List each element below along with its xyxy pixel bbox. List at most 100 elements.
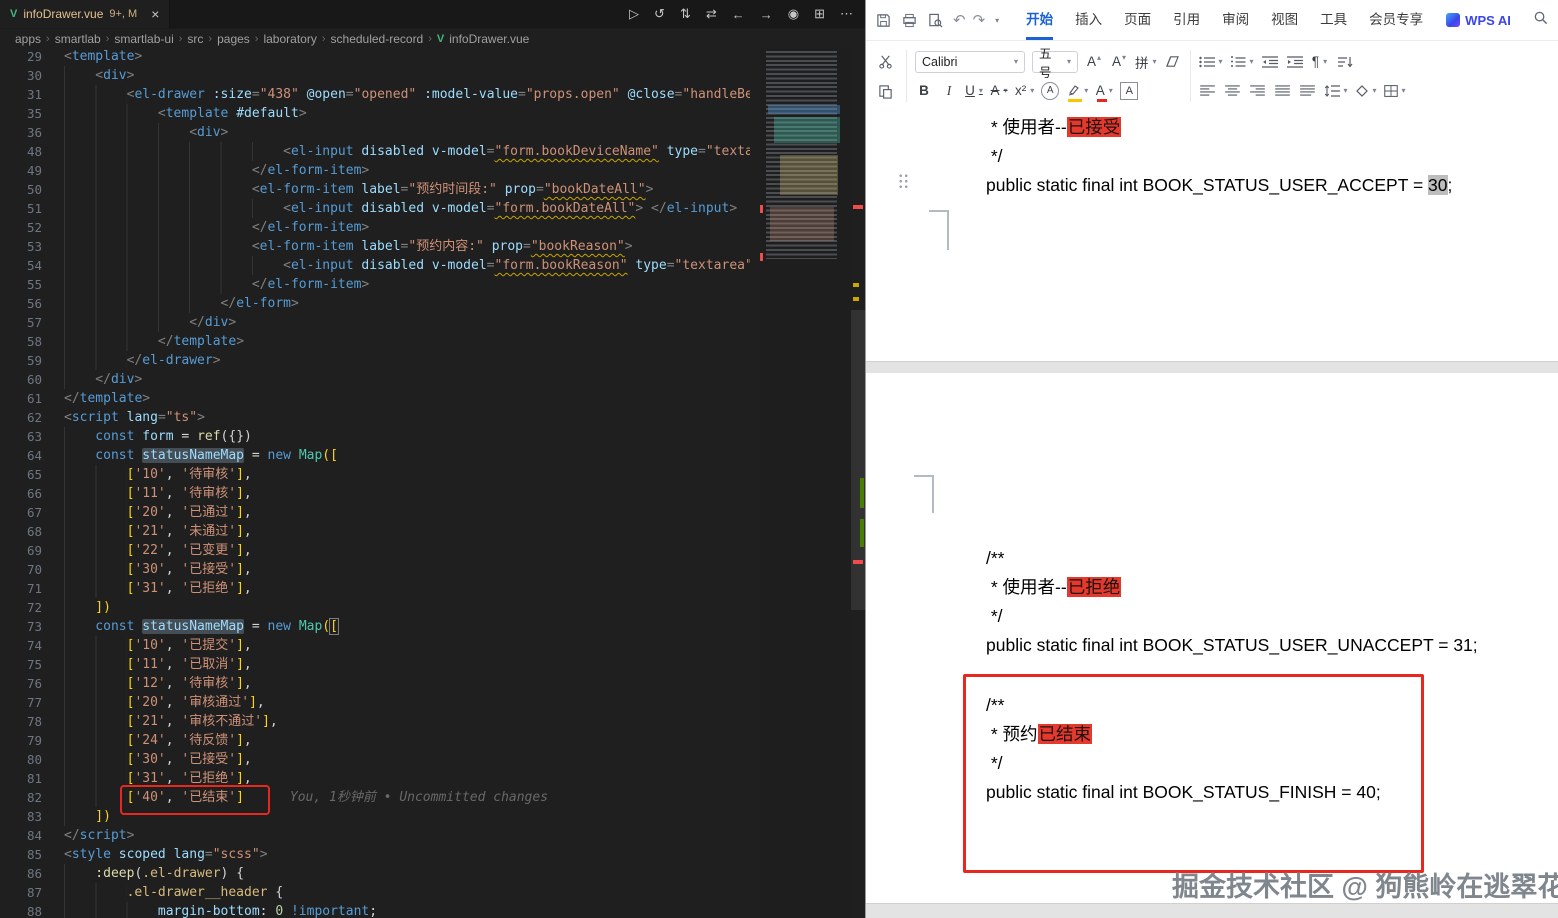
code-line[interactable]: ['31', '已拒绝'], [64,579,750,598]
distribute-button[interactable] [1299,80,1317,102]
search-icon[interactable] [1533,10,1548,30]
redo-dropdown-icon[interactable]: ▾ [995,16,999,25]
menu-tab-tools[interactable]: 工具 [1309,0,1358,40]
menu-tab-home[interactable]: 开始 [1015,0,1064,40]
doc-line[interactable]: * 使用者--已接受 [986,113,1452,142]
doc-line[interactable]: public static final int BOOK_STATUS_FINI… [986,778,1381,807]
split-editor-button[interactable]: ⊞ [814,6,825,22]
shading-button[interactable]: ▾ [1355,80,1377,102]
breadcrumb-item[interactable]: smartlab [55,32,101,46]
code-line[interactable]: ['21', '审核不通过'], [64,712,750,731]
cut-button[interactable] [876,50,894,72]
menu-tab-view[interactable]: 视图 [1260,0,1309,40]
code-line[interactable]: const form = ref({}) [64,427,750,446]
code-line[interactable]: </template> [64,332,750,351]
breadcrumb-item[interactable]: smartlab-ui [114,32,173,46]
code-line[interactable]: ['22', '已变更'], [64,541,750,560]
menu-tab-review[interactable]: 审阅 [1211,0,1260,40]
code-line[interactable]: <el-input disabled v-model="form.bookDev… [64,142,750,161]
sort-button[interactable] [1336,51,1354,73]
code-line[interactable]: ['30', '已接受'], [64,560,750,579]
print-icon[interactable] [902,13,917,28]
code-line[interactable]: <el-form-item label="预约内容:" prop="bookRe… [64,237,750,256]
redo-icon[interactable]: ↷ [973,11,986,29]
borders-button[interactable]: ▾ [1384,80,1406,102]
code-line[interactable]: </el-form-item> [64,161,750,180]
menu-tab-page[interactable]: 页面 [1113,0,1162,40]
code-line[interactable]: </script> [64,826,750,845]
code-line[interactable]: </el-drawer> [64,351,750,370]
doc-line[interactable]: */ [986,142,1452,171]
doc-line[interactable]: /** [986,544,1478,573]
paragraph-drag-handle-icon[interactable] [898,173,909,188]
font-color-button[interactable]: A▾ [1095,80,1113,102]
doc-line[interactable]: * 预约已结束 [986,720,1381,749]
code-editor[interactable]: 2930313536484950515253545556575859606162… [0,47,865,918]
code-line[interactable]: ['40', '已结束']You, 1秒钟前 • Uncommitted cha… [64,788,750,807]
code-line[interactable]: </div> [64,313,750,332]
forward-button[interactable]: → [760,7,773,22]
breadcrumb-item[interactable]: infoDrawer.vue [449,32,529,46]
code-line[interactable]: ['10', '已提交'], [64,636,750,655]
breadcrumb-item[interactable]: laboratory [263,32,316,46]
code-line[interactable]: const statusNameMap = new Map([ [64,617,750,636]
code-line[interactable]: <template #default> [64,104,750,123]
bullets-button[interactable]: ▾ [1199,51,1223,73]
doc-line[interactable]: /** [986,691,1381,720]
code-line[interactable]: <el-drawer :size="438" @open="opened" :m… [64,85,750,104]
superscript-button[interactable]: x²▾ [1015,80,1034,102]
code-line[interactable]: <div> [64,66,750,85]
undo-icon[interactable]: ↶ [953,11,966,29]
italic-button[interactable]: I [940,80,958,102]
menu-tab-member[interactable]: 会员专享 [1358,0,1434,40]
document-area[interactable]: * 使用者--已接受 */public static final int BOO… [866,111,1558,918]
code-line[interactable]: </template> [64,389,750,408]
code-line[interactable]: margin-bottom: 0 !important; [64,902,750,918]
close-tab-icon[interactable]: × [151,7,159,21]
align-right-button[interactable] [1249,80,1267,102]
code-line[interactable]: ]) [64,807,750,826]
code-line[interactable]: <template> [64,47,750,66]
print-preview-icon[interactable] [928,13,943,28]
code-line[interactable]: const statusNameMap = new Map([ [64,446,750,465]
code-line[interactable]: ['21', '未通过'], [64,522,750,541]
code-line[interactable]: <style scoped lang="scss"> [64,845,750,864]
code-line[interactable]: .el-drawer__header { [64,883,750,902]
doc-line[interactable]: */ [986,749,1381,778]
run-all-icon[interactable]: ◉ [788,6,799,22]
code-line[interactable]: ['24', '待反馈'], [64,731,750,750]
char-border-button[interactable]: A [1120,80,1138,102]
code-line[interactable]: ['31', '已拒绝'], [64,769,750,788]
menu-tab-insert[interactable]: 插入 [1064,0,1113,40]
open-changes-icon[interactable]: ⇄ [706,6,717,22]
font-size-select[interactable]: 五号 ▾ [1032,51,1078,73]
code-line[interactable]: ['11', '已取消'], [64,655,750,674]
code-line[interactable]: ['12', '待审核'], [64,674,750,693]
decrease-font-button[interactable]: A▾ [1110,51,1128,73]
code-line[interactable]: ]) [64,598,750,617]
numbering-button[interactable]: ▾ [1230,51,1254,73]
save-icon[interactable] [876,13,891,28]
code-line[interactable]: ['20', '已通过'], [64,503,750,522]
code-line[interactable]: </el-form-item> [64,275,750,294]
menu-tab-reference[interactable]: 引用 [1162,0,1211,40]
char-shading-button[interactable]: A [1041,80,1059,102]
minimap[interactable] [760,47,853,918]
doc-page-1[interactable]: * 使用者--已接受 */public static final int BOO… [866,111,1558,361]
doc-line[interactable]: public static final int BOOK_STATUS_USER… [986,631,1478,660]
code-line[interactable]: <el-input disabled v-model="form.bookDat… [64,199,750,218]
paragraph-direction-button[interactable]: ¶▾ [1311,51,1329,73]
font-family-select[interactable]: Calibri ▾ [915,51,1025,73]
doc-line[interactable]: public static final int BOOK_STATUS_USER… [986,171,1452,200]
code-line[interactable]: <div> [64,123,750,142]
line-spacing-button[interactable]: ▾ [1324,80,1348,102]
strikethrough-button[interactable]: A▾ [990,80,1008,102]
decrease-indent-button[interactable] [1261,51,1279,73]
clear-format-button[interactable] [1164,51,1182,73]
breadcrumb-item[interactable]: scheduled-record [331,32,424,46]
paste-button[interactable] [876,80,894,102]
doc-page-2[interactable]: /** * 使用者--已拒绝 */public static final int… [866,373,1558,903]
code-line[interactable]: ['11', '待审核'], [64,484,750,503]
code-line[interactable]: ['30', '已接受'], [64,750,750,769]
back-button[interactable]: ← [732,7,745,22]
